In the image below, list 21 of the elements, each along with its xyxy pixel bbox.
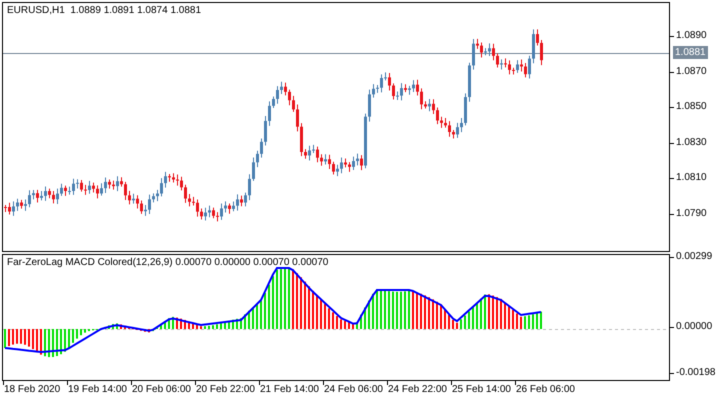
indicator-title: Far-ZeroLag MACD Colored(12,26,9) 0.00070 0.00000 0.00070 0.00070 (7, 256, 328, 270)
time-label: 26 Feb 06:00 (516, 383, 575, 396)
price-label: 1.0890 (676, 30, 707, 42)
price-label: 1.0830 (676, 136, 707, 149)
time-label: 21 Feb 14:00 (260, 383, 319, 396)
price-label: 1.0850 (676, 101, 707, 114)
current-price-label: 1.0881 (673, 46, 708, 59)
price-label: 1.0870 (676, 66, 707, 78)
indicator-scale-label: -0.00198 (676, 367, 716, 379)
price-label: 1.0810 (676, 172, 707, 184)
time-label: 20 Feb 06:00 (132, 383, 191, 396)
symbol-info: EURUSD,H1 1.0889 1.0891 1.0874 1.0881 (7, 4, 202, 18)
time-label: 18 Feb 2020 (4, 383, 60, 396)
price-label: 1.0790 (676, 208, 707, 220)
time-label: 20 Feb 22:00 (196, 383, 255, 396)
time-label: 19 Feb 14:00 (68, 383, 127, 396)
indicator-scale-label: 0.00000 (676, 321, 712, 333)
time-label: 25 Feb 14:00 (452, 383, 511, 396)
indicator-scale-label: 0.00299 (676, 251, 712, 263)
time-label: 24 Feb 22:00 (388, 383, 447, 396)
time-label: 24 Feb 06:00 (324, 383, 383, 396)
